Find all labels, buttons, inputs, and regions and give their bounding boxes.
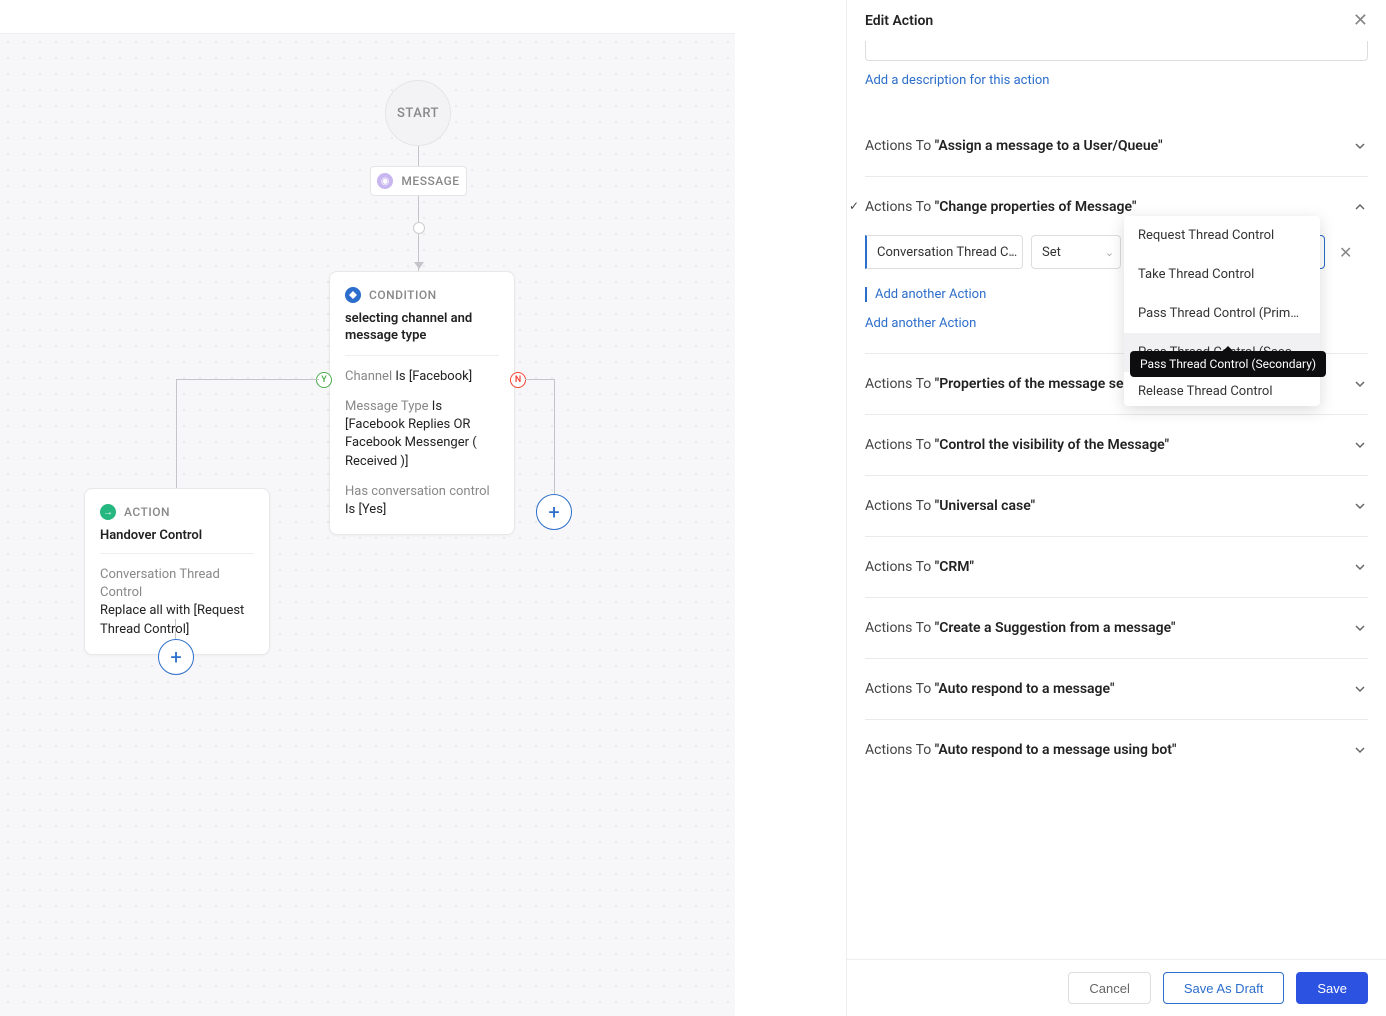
message-icon: ◉ [377,173,393,189]
dropdown-option[interactable]: Release Thread Control [1124,372,1320,406]
chevron-down-icon [1352,681,1368,697]
connector [554,379,555,494]
action-title: Handover Control [100,528,254,554]
dropdown-option[interactable]: Pass Thread Control (Primary) [1124,294,1320,333]
action-name-input[interactable]: Handover Control [865,41,1368,61]
condition-title: selecting channel and message type [345,311,499,356]
action-body: Conversation Thread Control Replace all … [100,566,254,639]
no-branch-badge: N [510,372,526,388]
connector [175,619,176,639]
dropdown-option[interactable]: Request Thread Control [1124,216,1320,255]
add-node-button[interactable]: + [158,639,194,675]
remove-row-icon[interactable]: ✕ [1333,243,1358,262]
chevron-down-icon: ⌄ [1007,246,1016,259]
section-title: Actions To "Auto respond to a message" [865,681,1114,697]
action-section-auto-respond-bot[interactable]: Actions To "Auto respond to a message us… [865,720,1368,780]
condition-row: Has conversation control Is [Yes] [345,483,499,519]
workflow-canvas[interactable]: START ◉ MESSAGE CONDITION selecting chan… [0,34,735,1016]
chevron-down-icon [1352,376,1368,392]
save-button[interactable]: Save [1296,972,1368,1004]
action-type-label: ACTION [124,505,170,519]
connector [418,196,419,222]
panel-header: Edit Action ✕ [847,0,1386,41]
section-title: ✓ Actions To "Change properties of Messa… [865,199,1136,215]
connector [418,146,419,166]
panel-title: Edit Action [865,13,933,29]
top-bar [0,0,735,34]
action-section-suggestion[interactable]: Actions To "Create a Suggestion from a m… [865,598,1368,659]
section-title: Actions To "Control the visibility of th… [865,437,1169,453]
connector [176,379,177,488]
chevron-down-icon [1352,620,1368,636]
yes-branch-badge: Y [316,372,332,388]
panel-footer: Cancel Save As Draft Save [847,959,1386,1016]
arrow-icon [414,262,424,269]
section-title: Actions To "Auto respond to a message us… [865,742,1176,758]
condition-row: Channel Is [Facebook] [345,368,499,386]
action-node[interactable]: → ACTION Handover Control Conversation T… [84,488,270,655]
start-node[interactable]: START [385,80,451,146]
panel-body: Handover Control Add a description for t… [847,41,1386,959]
dropdown-tooltip: Pass Thread Control (Secondary) [1130,351,1326,377]
cancel-button[interactable]: Cancel [1068,972,1150,1004]
action-section-visibility[interactable]: Actions To "Control the visibility of th… [865,415,1368,476]
action-section-crm[interactable]: Actions To "CRM" [865,537,1368,598]
close-icon[interactable]: ✕ [1353,10,1368,31]
edit-action-panel: Edit Action ✕ Handover Control Add a des… [846,0,1386,1016]
section-title: Actions To "Properties of the message se… [865,376,1156,392]
section-title: Actions To "Assign a message to a User/Q… [865,138,1163,154]
action-section-assign[interactable]: Actions To "Assign a message to a User/Q… [865,116,1368,177]
connector-point [413,222,425,234]
chevron-down-icon [1352,138,1368,154]
chevron-down-icon [1352,498,1368,514]
check-icon: ✓ [849,199,859,213]
message-label: MESSAGE [401,174,459,188]
chevron-down-icon [1352,437,1368,453]
chevron-down-icon: ⌄ [1105,246,1114,259]
action-section-universal[interactable]: Actions To "Universal case" [865,476,1368,537]
add-node-button[interactable]: + [536,494,572,530]
action-icon: → [100,504,116,520]
section-title: Actions To "Universal case" [865,498,1035,514]
connector [177,379,319,380]
property-select[interactable]: Conversation Thread C… ⌄ [865,235,1023,269]
dropdown-option[interactable]: Take Thread Control [1124,255,1320,294]
section-title: Actions To "Create a Suggestion from a m… [865,620,1175,636]
action-section-auto-respond[interactable]: Actions To "Auto respond to a message" [865,659,1368,720]
chevron-down-icon [1352,559,1368,575]
condition-node[interactable]: CONDITION selecting channel and message … [329,271,515,535]
section-title: Actions To "CRM" [865,559,974,575]
connector [525,379,555,380]
save-as-draft-button[interactable]: Save As Draft [1163,972,1284,1004]
condition-row: Message Type Is [Facebook Replies OR Fac… [345,398,499,471]
operator-select[interactable]: Set ⌄ [1031,235,1121,269]
value-dropdown[interactable]: Request Thread Control Take Thread Contr… [1124,216,1320,406]
message-node[interactable]: ◉ MESSAGE [370,166,467,196]
condition-type-label: CONDITION [369,288,437,302]
chevron-down-icon [1352,742,1368,758]
condition-icon [345,287,361,303]
chevron-up-icon [1352,199,1368,215]
add-description-link[interactable]: Add a description for this action [865,73,1368,88]
